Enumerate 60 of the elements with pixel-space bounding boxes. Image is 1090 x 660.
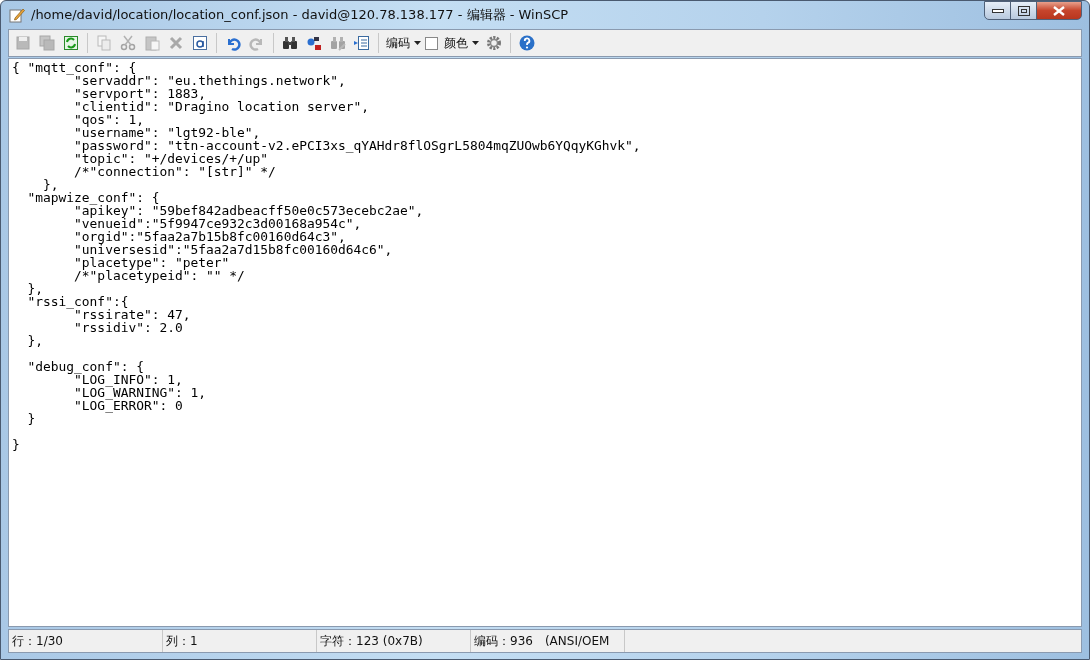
maximize-icon [1017, 5, 1030, 16]
gear-icon [486, 35, 502, 51]
scissors-icon [120, 35, 136, 51]
code-line: } [12, 438, 21, 451]
code-line: "password": "ttn-account-v2.ePCI3xs_qYAHdr8flOSgrL5804mqZUOwb6YQqyKGhvk", [73, 139, 642, 152]
code-line: /*"connection": "[str]" */ [73, 165, 277, 178]
save-all-icon [39, 35, 55, 51]
help-icon [519, 35, 535, 51]
code-line: "topic": "+/devices/+/up" [73, 152, 269, 165]
code-line: } [26, 412, 37, 425]
binoculars-icon [330, 35, 346, 51]
code-line: "clientid": "Dragino location server", [73, 100, 370, 113]
dropdown-button[interactable]: 编码 [384, 32, 423, 54]
close-button[interactable] [1036, 1, 1082, 20]
code-line: "LOG_INFO": 1, [74, 373, 184, 386]
code-line: }, [42, 178, 60, 191]
minimize-icon [991, 7, 1004, 14]
code-line: "servaddr": "eu.thethings.network", [74, 74, 347, 87]
status-field: 编码：936 (ANSI/OEM [471, 630, 625, 652]
caret-icon [472, 41, 479, 45]
copy-icon [96, 35, 112, 51]
close-icon [1053, 5, 1065, 16]
code-line: "rssi_conf":{ [26, 295, 130, 308]
code-line: "universesid":"5faa2a7d15b8fc00160d64c6", [73, 243, 394, 256]
minimize-button[interactable] [984, 1, 1011, 20]
code-line: { "mqtt_conf": { [12, 61, 138, 74]
pencil-note-icon [9, 7, 25, 23]
caret-icon [414, 41, 421, 45]
code-line: "qos": 1, [73, 113, 144, 126]
reload-icon [63, 35, 79, 51]
dropdown-button[interactable]: 颜色 [442, 32, 481, 54]
code-line: "rssirate": 47, [74, 308, 192, 321]
code-line: }, [26, 334, 45, 347]
code-line: "LOG_ERROR": 0 [73, 399, 184, 412]
code-line: "username": "lgt92-ble", [73, 126, 262, 139]
window-title: /home/david/location/location_conf.json - david@120.78.138.177 - 编辑器 - WinSCP [31, 6, 569, 24]
status-field: 行：1/30 [9, 630, 163, 652]
list-arrow-icon [354, 35, 370, 51]
code-line: "debug_conf": { [26, 360, 145, 373]
binoculars-icon [282, 35, 298, 51]
status-field: 列：1 [163, 630, 317, 652]
code-line: "LOG_WARNING": 1, [73, 386, 208, 399]
undo-icon [225, 35, 241, 51]
maximize-button[interactable] [1010, 1, 1037, 20]
status-field: 字符：123 (0x7B) [317, 630, 471, 652]
clipboard-icon [144, 35, 160, 51]
code-line: }, [26, 282, 45, 295]
code-line: "servport": 1883, [73, 87, 207, 100]
code-line: "orgid":"5faa2a7b15b8fc00160d64c3", [73, 230, 346, 243]
code-line: "rssidiv": 2.0 [73, 321, 183, 334]
code-line: /*"placetypeid": "" */ [73, 269, 246, 282]
checkbox[interactable] [425, 36, 438, 50]
cross-icon [168, 35, 184, 51]
code-line: "placetype": "peter" [73, 256, 230, 269]
redo-icon [249, 35, 265, 51]
letter-a-box-icon [192, 35, 208, 51]
code-line: "apikey": "59bef842adbeacff50e0c573ecebc2ae", [74, 204, 425, 217]
code-line: "mapwize_conf": { [26, 191, 161, 204]
save-icon [15, 35, 31, 51]
code-line: "venueid":"5f9947ce932c3d00168a954c", [73, 217, 362, 230]
